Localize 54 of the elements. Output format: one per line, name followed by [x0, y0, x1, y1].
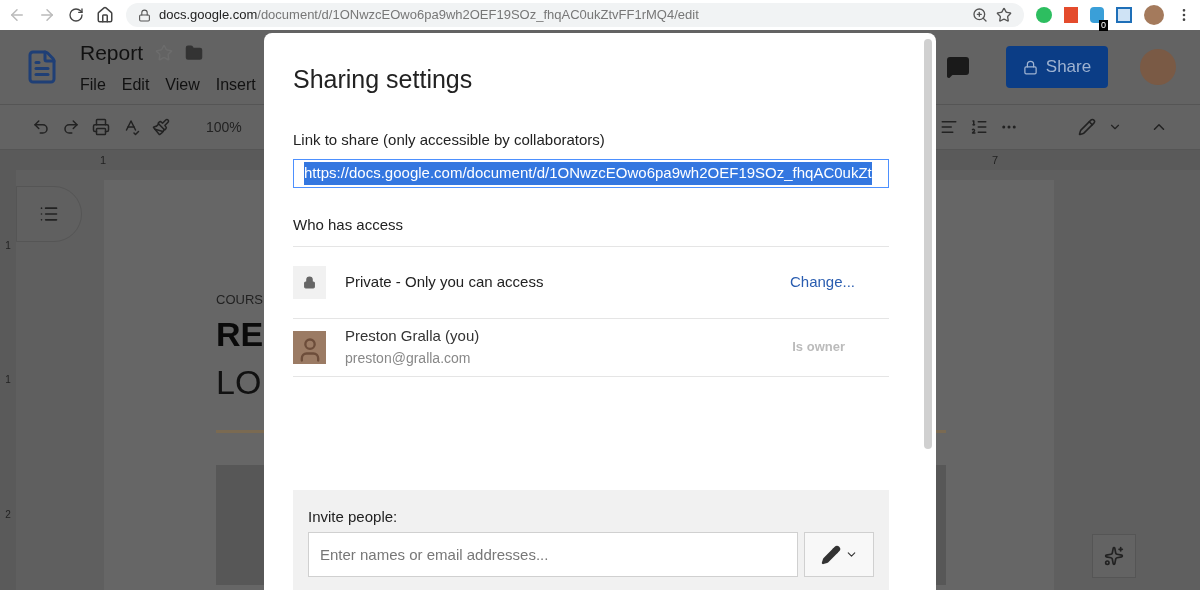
comment-icon[interactable]: [946, 55, 970, 79]
access-level: Private - Only you can access: [345, 271, 544, 292]
pencil-icon: [820, 544, 841, 565]
dialog-title: Sharing settings: [293, 64, 474, 95]
menu-item[interactable]: Insert: [215, 72, 256, 97]
zoom-select[interactable]: 100%: [206, 116, 242, 138]
menu-item[interactable]: File: [80, 72, 106, 97]
line-spacing-icon[interactable]: [970, 118, 988, 136]
extension-badge: 0: [1099, 20, 1108, 31]
url-text: docs.google.com/document/d/1ONwzcEOwo6pa9wh2OEF19SOz_fhqAC0ukZtvFF1rMQ4/edit: [159, 6, 699, 25]
share-button[interactable]: Share: [1006, 46, 1108, 88]
link-label: Link to share (only accessible by collaborators): [293, 129, 606, 150]
link-field[interactable]: https://docs.google.com/document/d/1ONwzcEOwo6pa9wh2OEF19SOz_fhqAC0ukZt: [293, 159, 889, 188]
star-icon[interactable]: [996, 7, 1012, 23]
section-heading: Who has access: [293, 214, 889, 247]
address-bar[interactable]: docs.google.com/document/d/1ONwzcEOwo6pa9wh2OEF19SOz_fhqAC0ukZtvFF1rMQ4/edit: [126, 3, 1024, 27]
zoom-icon[interactable]: [972, 7, 988, 23]
undo-icon[interactable]: [32, 118, 50, 136]
lock-icon: [293, 265, 326, 299]
invite-field[interactable]: Enter names or email addresses...: [308, 532, 798, 577]
person-name: Preston Gralla (you): [345, 326, 480, 347]
align-icon[interactable]: [940, 118, 958, 136]
link-text: https://docs.google.com/document/d/1ONwzcEOwo6pa9wh2OEF19SOz_fhqAC0ukZt: [304, 162, 872, 185]
person-email: preston@gralla.com: [345, 348, 472, 368]
document-heading: RE: [216, 313, 264, 355]
home-icon[interactable]: [96, 6, 114, 24]
menu-item[interactable]: View: [165, 72, 200, 97]
back-icon[interactable]: [8, 6, 26, 24]
extension-icon[interactable]: [1090, 7, 1104, 23]
redo-icon[interactable]: [62, 118, 80, 136]
folder-icon[interactable]: [185, 44, 204, 62]
change-link[interactable]: Change...: [789, 270, 855, 294]
permission-button[interactable]: [804, 532, 874, 577]
paint-format-icon[interactable]: [152, 118, 170, 136]
document-heading: LO: [216, 361, 262, 403]
sparkle-icon: [1104, 546, 1124, 566]
menu-item[interactable]: Edit: [121, 72, 150, 97]
ruler-number: 7: [992, 153, 999, 168]
person-avatar: [293, 330, 326, 364]
dialog-scrollbar[interactable]: [924, 39, 932, 449]
profile-avatar[interactable]: [1144, 5, 1164, 25]
reload-icon[interactable]: [68, 7, 84, 23]
lock-icon: [138, 8, 151, 22]
edit-mode-icon[interactable]: [1078, 118, 1096, 136]
forward-icon[interactable]: [38, 6, 56, 24]
lock-icon: [1022, 59, 1038, 75]
role-label: Is owner: [792, 338, 845, 357]
document-heading: COURS: [216, 291, 263, 309]
outline-icon: [39, 204, 59, 224]
print-icon[interactable]: [92, 118, 110, 136]
invite-label: Invite people:: [308, 506, 399, 527]
explore-button[interactable]: [1092, 534, 1136, 578]
outline-button[interactable]: [16, 186, 82, 242]
document-title[interactable]: Report: [80, 37, 144, 69]
